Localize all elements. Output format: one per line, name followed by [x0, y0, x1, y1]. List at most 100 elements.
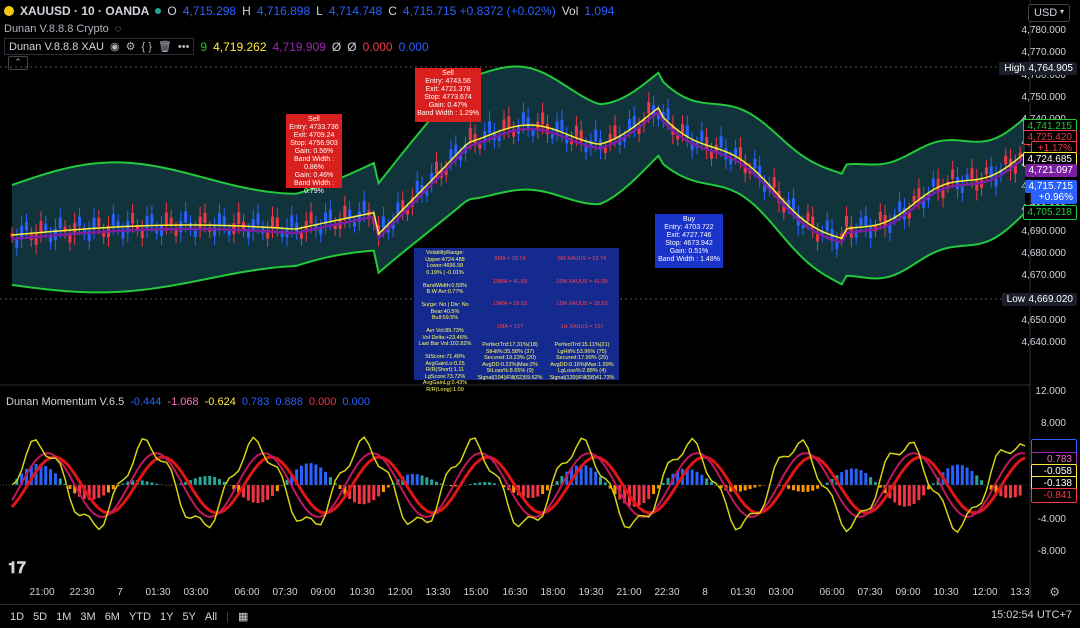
- price-tick: 4,770.000: [1021, 47, 1067, 59]
- momentum-bar: [1018, 485, 1022, 496]
- high-label: H: [242, 4, 251, 18]
- timeframe-button[interactable]: YTD: [129, 611, 151, 623]
- more-icon[interactable]: •••: [178, 41, 190, 53]
- candle-body: [44, 223, 48, 231]
- momentum-bar: [589, 467, 593, 485]
- momentum-bar: [140, 480, 144, 485]
- candle-body: [299, 232, 303, 239]
- momentum-bar: [102, 485, 106, 496]
- indicator-name[interactable]: Dunan V.8.8.8 XAU: [9, 41, 104, 53]
- momentum-bar: [410, 473, 414, 485]
- momentum-bar: [594, 471, 598, 485]
- candle-body: [222, 216, 226, 226]
- eye-icon[interactable]: ◉: [110, 40, 120, 53]
- timeframe-button[interactable]: 3M: [80, 611, 95, 623]
- momentum-name[interactable]: Dunan Momentum V.6.5: [6, 396, 124, 408]
- sell-signal-exit: Exit: 4709.24: [293, 132, 335, 139]
- momentum-bar: [314, 464, 318, 485]
- stats-table: VolatilityRange: Upper:4724.488 Lower:4696…: [414, 248, 619, 393]
- momentum-bar: [642, 485, 646, 504]
- currency-label: USD: [1034, 7, 1058, 19]
- time-tick: 09:00: [895, 587, 921, 598]
- time-tick: 22:30: [69, 587, 95, 598]
- timeframe-button[interactable]: 1M: [56, 611, 71, 623]
- momentum-bar: [922, 485, 926, 496]
- candle-body: [912, 195, 916, 203]
- market-status-icon: [155, 8, 162, 14]
- delete-icon[interactable]: 🗑: [158, 40, 172, 53]
- momentum-bar: [319, 467, 323, 485]
- timeframe-button[interactable]: 6M: [105, 611, 120, 623]
- tradingview-logo: 𝟏𝟕: [8, 560, 26, 577]
- momentum-bar: [328, 477, 332, 485]
- buy-signal-band: Band Width : 1.48%: [658, 256, 720, 263]
- momentum-bar: [251, 485, 255, 503]
- momentum-bar: [970, 470, 974, 485]
- momentum-bar: [299, 465, 303, 485]
- momentum-bar: [261, 485, 265, 503]
- low-marker-value: 4,669.020: [1024, 293, 1077, 306]
- sell-signal-title: Sell: [308, 116, 320, 123]
- momentum-bar: [68, 485, 72, 489]
- buy-signal-stop: Stop: 4673.942: [665, 240, 713, 247]
- momentum-bar: [270, 485, 274, 497]
- candle-body: [1004, 155, 1008, 165]
- momentum-tick: 12.000: [1035, 386, 1066, 397]
- momentum-bar: [372, 485, 376, 501]
- momentum-bar: [203, 476, 207, 485]
- stats-cell: 15M XAUUS = 28.53: [556, 301, 608, 307]
- momentum-bar: [796, 485, 800, 492]
- candle-body: [878, 211, 882, 221]
- time-tick: 09:00: [310, 587, 336, 598]
- hidden-eye-icon[interactable]: ◌: [115, 23, 122, 35]
- candle-body: [845, 215, 849, 227]
- timeframe-button[interactable]: All: [205, 611, 217, 623]
- low-label: L: [316, 4, 323, 18]
- candle-body: [772, 177, 776, 188]
- momentum-bar: [748, 485, 752, 490]
- momentum-bar: [849, 468, 853, 485]
- calendar-icon[interactable]: ▦: [238, 610, 248, 623]
- symbol-title[interactable]: XAUUSD · 10 · OANDA: [20, 4, 149, 18]
- timeframe-button[interactable]: 5Y: [182, 611, 195, 623]
- momentum-bar: [213, 476, 217, 485]
- momentum-value-7: 0.000: [342, 396, 370, 408]
- momentum-bar: [666, 477, 670, 485]
- candle-body: [203, 212, 207, 224]
- candle-body: [58, 217, 62, 229]
- sell-signal-gain-2: Gain: 0.46%: [294, 172, 334, 179]
- candle-body: [859, 217, 863, 226]
- indicator-legend[interactable]: Dunan V.8.8.8 XAU ◉ ⚙ { } 🗑 •••: [4, 38, 195, 55]
- momentum-bar: [975, 475, 979, 485]
- settings-gear-icon[interactable]: ⚙: [1049, 585, 1060, 599]
- momentum-bar: [584, 465, 588, 485]
- timeframe-button[interactable]: 1D: [10, 611, 24, 623]
- timeframe-button[interactable]: 5D: [33, 611, 47, 623]
- symbol-header: XAUUSD · 10 · OANDA O 4,715.298 H 4,716.89…: [4, 4, 614, 18]
- time-tick: 10:30: [933, 587, 959, 598]
- timeframe-button[interactable]: 1Y: [160, 611, 173, 623]
- sub-indicator-name[interactable]: Dunan V.8.8.8 Crypto: [4, 23, 109, 35]
- time-tick: 07:30: [857, 587, 883, 598]
- source-code-icon[interactable]: { }: [141, 41, 151, 53]
- momentum-legend[interactable]: Dunan Momentum V.6.5 -0.444 -1.068 -0.62…: [6, 396, 370, 408]
- settings-icon[interactable]: ⚙: [126, 40, 136, 53]
- collapse-chevron-icon[interactable]: ⌃: [8, 56, 28, 70]
- momentum-bar: [324, 471, 328, 485]
- currency-select[interactable]: USD ▾: [1028, 4, 1070, 22]
- stats-tf-column: 5M XAUUS = 18.74 10M XAUUS = 41.59 15M XAU…: [548, 256, 616, 346]
- momentum-bar: [912, 485, 916, 504]
- timeframe-list: 1D 5D 1M 3M 6M YTD 1Y 5Y All: [10, 611, 217, 623]
- momentum-tick: -8.000: [1037, 546, 1066, 557]
- candle-body: [560, 119, 564, 132]
- sell-signal-band: Band Width : 0.86%: [293, 156, 335, 171]
- momentum-bar: [266, 485, 270, 500]
- momentum-bar: [917, 485, 921, 501]
- buy-signal-box: Buy Entry: 4703.722 Exit: 4727.746 Stop:…: [655, 214, 723, 268]
- momentum-value-4: 0.783: [241, 396, 270, 408]
- candle-body: [936, 178, 940, 191]
- candle-body: [131, 212, 135, 224]
- sell-signal-box-1: Sell Entry: 4733.736 Exit: 4709.24 Stop:…: [286, 114, 342, 195]
- candle-body: [468, 128, 472, 141]
- momentum-bar: [198, 476, 202, 485]
